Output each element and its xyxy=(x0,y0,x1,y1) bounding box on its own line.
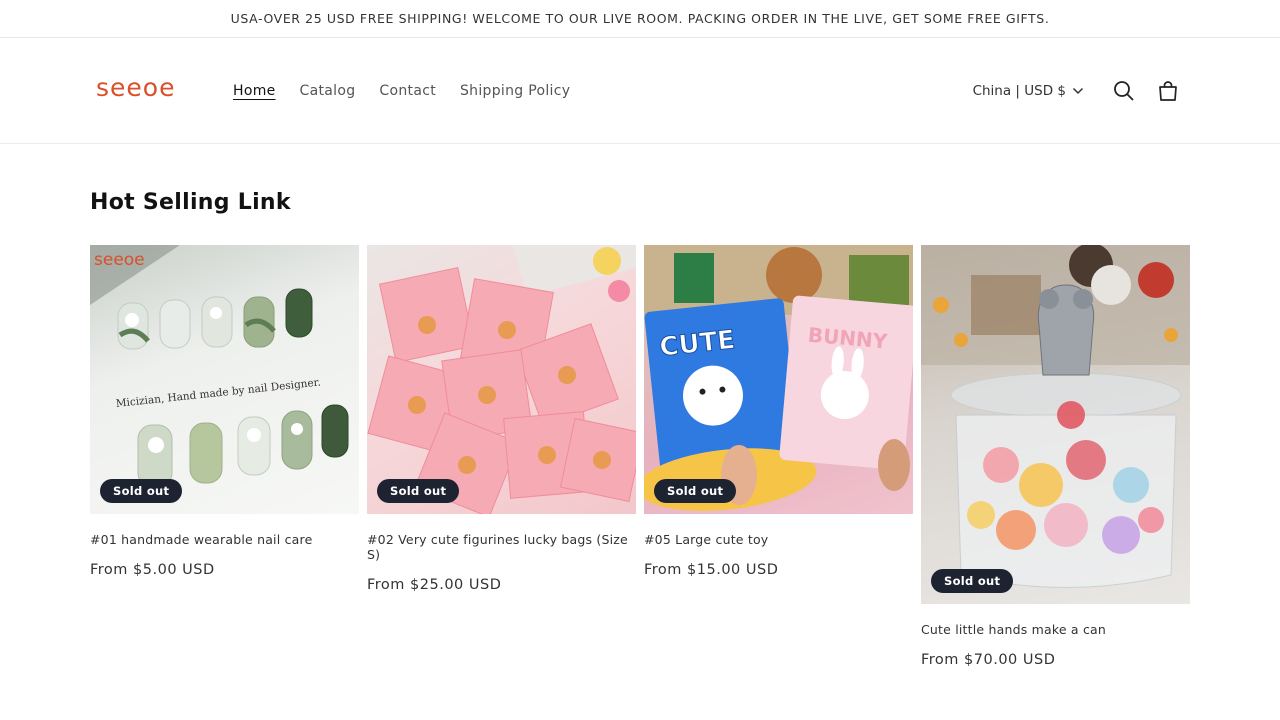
store-logo[interactable]: seeoe xyxy=(94,73,189,109)
nav-shipping-policy-link[interactable]: Shipping Policy xyxy=(460,83,570,99)
sold-out-badge: Sold out xyxy=(931,569,1014,593)
product-price: From $5.00 USD xyxy=(90,562,215,578)
locale-label: China | USD $ xyxy=(972,82,1066,99)
product-grid: seeoe Micizian, Hand made by nail Design… xyxy=(90,245,1190,668)
product-card[interactable]: CUTE BUNNY Sold out #05 Large cute toy F… xyxy=(644,245,913,578)
product-title[interactable]: #02 Very cute figurines lucky bags (Size… xyxy=(367,532,636,562)
product-card[interactable]: Sold out #02 Very cute figurines lucky b… xyxy=(367,245,636,593)
product-title[interactable]: Cute little hands make a can xyxy=(921,622,1190,637)
candy-jar-illustration xyxy=(921,245,1190,588)
announcement-bar: USA-OVER 25 USD FREE SHIPPING! WELCOME T… xyxy=(0,0,1280,38)
nav-catalog-link[interactable]: Catalog xyxy=(300,83,356,99)
product-price: From $70.00 USD xyxy=(921,652,1056,668)
nail-art-illustration: seeoe Micizian, Hand made by nail Design… xyxy=(90,245,349,488)
cart-icon xyxy=(1159,80,1177,101)
sold-out-badge: Sold out xyxy=(100,479,183,503)
locale-selector[interactable]: China | USD $ xyxy=(973,83,1084,99)
product-image-lucky-bags[interactable]: Sold out xyxy=(367,245,636,514)
announcement-text: USA-OVER 25 USD FREE SHIPPING! WELCOME T… xyxy=(230,11,1050,26)
svg-text:Micizian, Hand made by nail De: Micizian, Hand made by nail Designer. xyxy=(115,376,321,409)
product-image-cute-toy[interactable]: CUTE BUNNY Sold out xyxy=(644,245,913,514)
main-content: Hot Selling Link seeoe Micizian, Hand ma… xyxy=(0,144,1280,668)
search-icon xyxy=(1114,80,1134,101)
search-button[interactable] xyxy=(1102,69,1146,113)
section-title: Hot Selling Link xyxy=(90,190,291,215)
lucky-bags-illustration xyxy=(367,245,636,514)
nav-contact-link[interactable]: Contact xyxy=(379,83,436,99)
product-image-candy-jar[interactable]: Sold out xyxy=(921,245,1190,604)
cute-toy-illustration: CUTE BUNNY xyxy=(644,245,913,511)
svg-text:seeoe: seeoe xyxy=(96,73,175,102)
sold-out-badge: Sold out xyxy=(377,479,460,503)
sold-out-badge: Sold out xyxy=(654,479,737,503)
product-title[interactable]: #05 Large cute toy xyxy=(644,532,913,547)
product-price: From $25.00 USD xyxy=(367,577,502,593)
site-header: seeoe Home Catalog Contact Shipping Poli… xyxy=(0,38,1280,144)
product-card[interactable]: seeoe Micizian, Hand made by nail Design… xyxy=(90,245,359,578)
product-image-nails[interactable]: seeoe Micizian, Hand made by nail Design… xyxy=(90,245,359,514)
main-nav: Home Catalog Contact Shipping Policy xyxy=(233,83,570,99)
product-title[interactable]: #01 handmade wearable nail care xyxy=(90,532,359,547)
product-price: From $15.00 USD xyxy=(644,562,779,578)
product-card[interactable]: Sold out Cute little hands make a can Fr… xyxy=(921,245,1190,668)
svg-text:seeoe: seeoe xyxy=(94,250,145,270)
cart-button[interactable] xyxy=(1146,69,1190,113)
logo-wordmark: seeoe xyxy=(96,73,175,102)
chevron-down-icon xyxy=(1072,87,1084,94)
nav-home-link[interactable]: Home xyxy=(233,83,276,99)
